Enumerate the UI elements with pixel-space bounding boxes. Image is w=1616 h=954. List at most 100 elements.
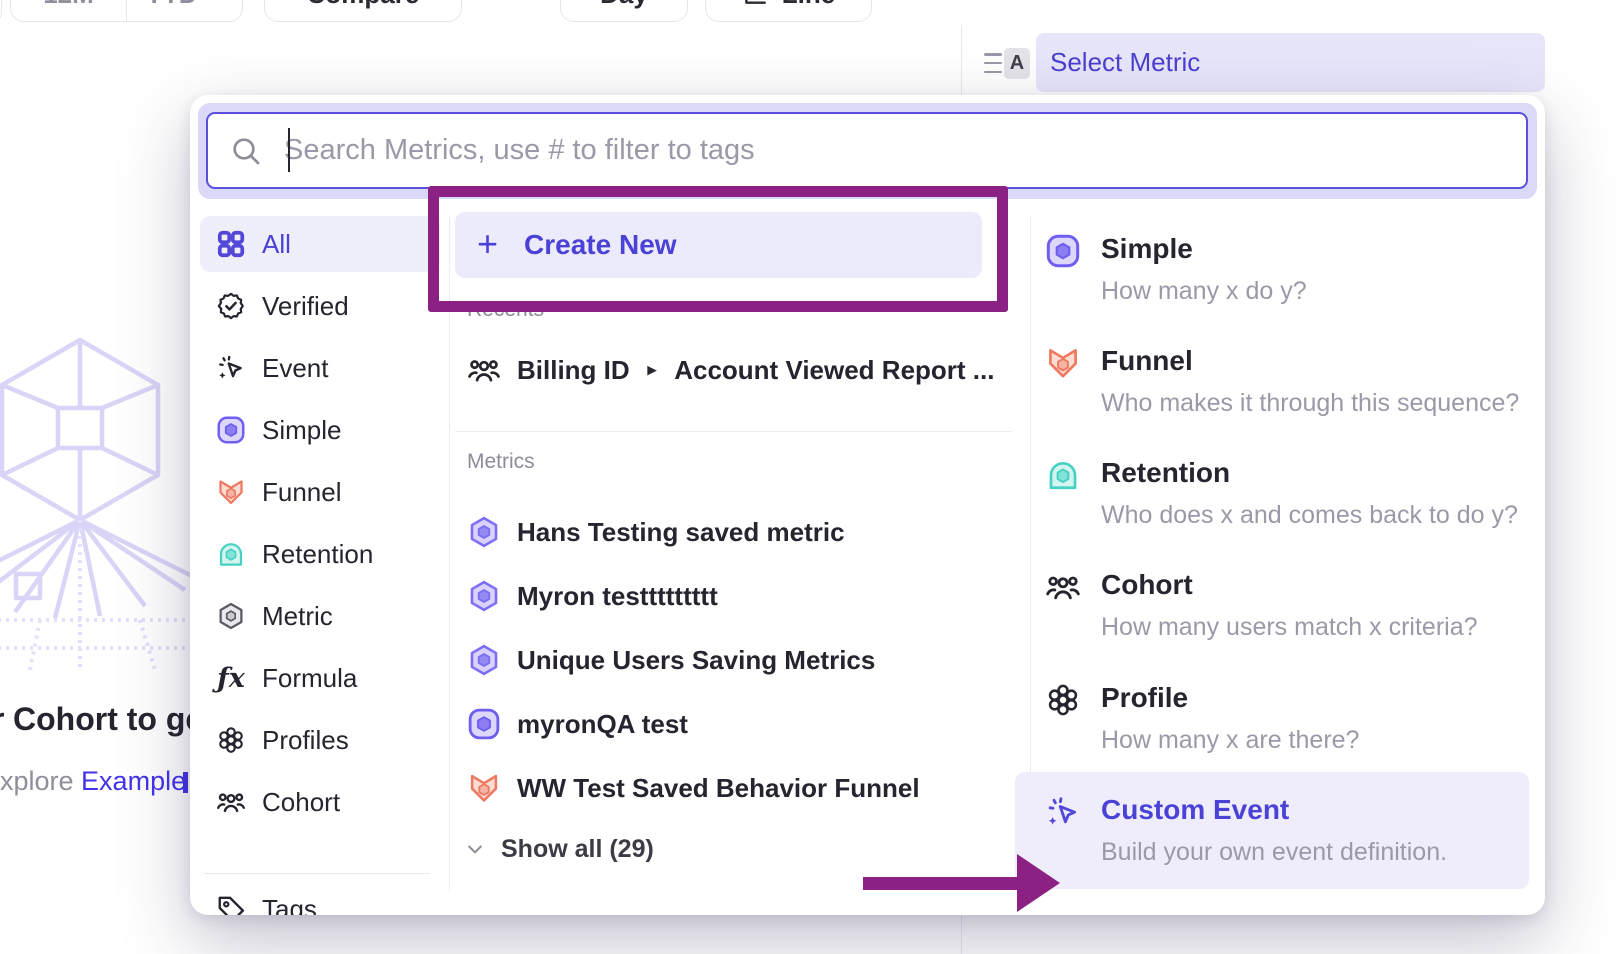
show-all-button[interactable]: Show all (29) [455, 823, 855, 875]
type-item-funnel[interactable]: Funnel Who makes it through this sequenc… [1035, 335, 1529, 418]
event-cursor-icon [216, 353, 246, 383]
filter-item-retention[interactable]: Retention [200, 526, 440, 582]
wireframe-background-art [0, 330, 200, 670]
type-title: Funnel [1101, 345, 1519, 377]
filter-item-cohort[interactable]: Cohort [200, 774, 440, 830]
date-range-control[interactable]: 12M YTD [10, 0, 243, 22]
simple-metric-icon [1045, 233, 1081, 269]
filter-item-tags[interactable]: Tags [200, 881, 440, 915]
recents-divider [455, 431, 1012, 432]
recent-primary-label: Billing ID [517, 355, 630, 386]
granularity-label: Day [600, 0, 648, 10]
filter-item-event[interactable]: Event [200, 340, 440, 396]
text-caret [288, 128, 290, 172]
select-metric-field[interactable]: Select Metric [1036, 33, 1545, 92]
search-box[interactable] [206, 112, 1528, 189]
series-a-badge: A [1004, 48, 1030, 79]
filter-item-funnel[interactable]: Funnel [200, 464, 440, 520]
link-text-fragment [183, 772, 188, 793]
profiles-cluster-icon [1045, 682, 1081, 718]
funnel-icon [216, 477, 246, 507]
type-title: Custom Event [1101, 794, 1447, 826]
type-description: Who makes it through this sequence? [1101, 389, 1519, 418]
metric-list-item[interactable]: Myron testtttttttt [455, 568, 1012, 624]
type-item-retention[interactable]: Retention Who does x and comes back to d… [1035, 447, 1529, 530]
select-metric-label: Select Metric [1050, 47, 1200, 78]
chevron-down-icon [206, 0, 224, 3]
cohort-people-icon [216, 787, 246, 817]
filter-item-simple[interactable]: Simple [200, 402, 440, 458]
granularity-day-button[interactable]: Day [560, 0, 688, 22]
sidebar-section-divider [204, 873, 430, 874]
profiles-cluster-icon [216, 725, 246, 755]
background-explore-line: xplore Example [0, 766, 186, 797]
background-heading: Cohort to ge [13, 701, 203, 738]
caret-right-icon: ▸ [648, 360, 657, 380]
plus-icon: + [477, 226, 498, 262]
background-heading-fragment: r [0, 701, 4, 738]
filter-label: All [262, 229, 291, 260]
range-ytd-label: YTD [146, 0, 198, 10]
metrics-section-label: Metrics [467, 450, 535, 474]
filter-item-all[interactable]: All [200, 216, 440, 272]
compare-label: Compare [307, 0, 420, 10]
type-description: Build your own event definition. [1101, 838, 1447, 867]
compare-button[interactable]: Compare [264, 0, 462, 22]
type-title: Retention [1101, 457, 1518, 489]
tag-icon [216, 894, 246, 915]
retention-icon [216, 539, 246, 569]
chart-type-line-button[interactable]: Line [705, 0, 872, 22]
metric-label: Myron testtttttttt [517, 581, 718, 612]
type-description: Who does x and comes back to do y? [1101, 501, 1518, 530]
metric-list-item[interactable]: Unique Users Saving Metrics [455, 632, 1012, 688]
filter-item-profiles[interactable]: Profiles [200, 712, 440, 768]
filter-label: Retention [262, 539, 373, 570]
explore-prefix: xplore [0, 766, 81, 796]
retention-icon [1045, 457, 1081, 493]
filter-item-metric[interactable]: Metric [200, 588, 440, 644]
recent-secondary-label: Account Viewed Report ... [674, 355, 994, 386]
filter-label: Metric [262, 601, 333, 632]
type-item-custom-event[interactable]: Custom Event Build your own event defini… [1015, 772, 1529, 889]
type-title: Simple [1101, 233, 1307, 265]
range-12m-button[interactable]: 12M [11, 0, 126, 21]
formula-icon: ƒx [216, 663, 246, 694]
filter-label: Formula [262, 663, 357, 694]
metric-list-item[interactable]: WW Test Saved Behavior Funnel [455, 760, 1012, 816]
filter-label: Cohort [262, 787, 340, 818]
search-input[interactable] [284, 134, 1526, 167]
metric-label: WW Test Saved Behavior Funnel [517, 773, 920, 804]
sidebar-divider [449, 215, 450, 891]
saved-metric-hexagon-icon [467, 643, 501, 677]
type-item-simple[interactable]: Simple How many x do y? [1035, 223, 1529, 306]
filter-item-verified[interactable]: Verified [200, 278, 440, 334]
type-title: Profile [1101, 682, 1359, 714]
search-icon [230, 135, 262, 167]
show-all-label: Show all (29) [501, 835, 654, 864]
create-new-label: Create New [524, 229, 677, 261]
toolbar-button-fragment [0, 0, 2, 22]
annotation-arrow [863, 877, 1019, 890]
metric-hexagon-icon [216, 601, 246, 631]
chart-type-label: Line [782, 0, 835, 10]
range-ytd-button[interactable]: YTD [126, 0, 242, 21]
metric-list-item[interactable]: myronQA test [455, 696, 1012, 752]
simple-metric-icon [216, 415, 246, 445]
type-item-profile[interactable]: Profile How many x are there? [1035, 672, 1529, 755]
saved-metric-hexagon-icon [467, 515, 501, 549]
type-item-cohort[interactable]: Cohort How many users match x criteria? [1035, 559, 1529, 642]
create-new-button[interactable]: + Create New [455, 212, 982, 278]
filter-item-formula[interactable]: ƒx Formula [200, 650, 440, 706]
filter-label: Profiles [262, 725, 349, 756]
example-link[interactable]: Example [81, 766, 186, 796]
drag-handle-icon[interactable] [984, 53, 1002, 73]
recent-item-billing-id[interactable]: Billing ID ▸ Account Viewed Report ... [455, 342, 1012, 398]
filter-label: Simple [262, 415, 341, 446]
metric-label: myronQA test [517, 709, 688, 740]
filter-label: Event [262, 353, 329, 384]
verified-seal-icon [216, 291, 246, 321]
cohort-people-icon [467, 353, 501, 387]
grid-icon [216, 229, 246, 259]
metric-label: Unique Users Saving Metrics [517, 645, 875, 676]
metric-list-item[interactable]: Hans Testing saved metric [455, 504, 1012, 560]
